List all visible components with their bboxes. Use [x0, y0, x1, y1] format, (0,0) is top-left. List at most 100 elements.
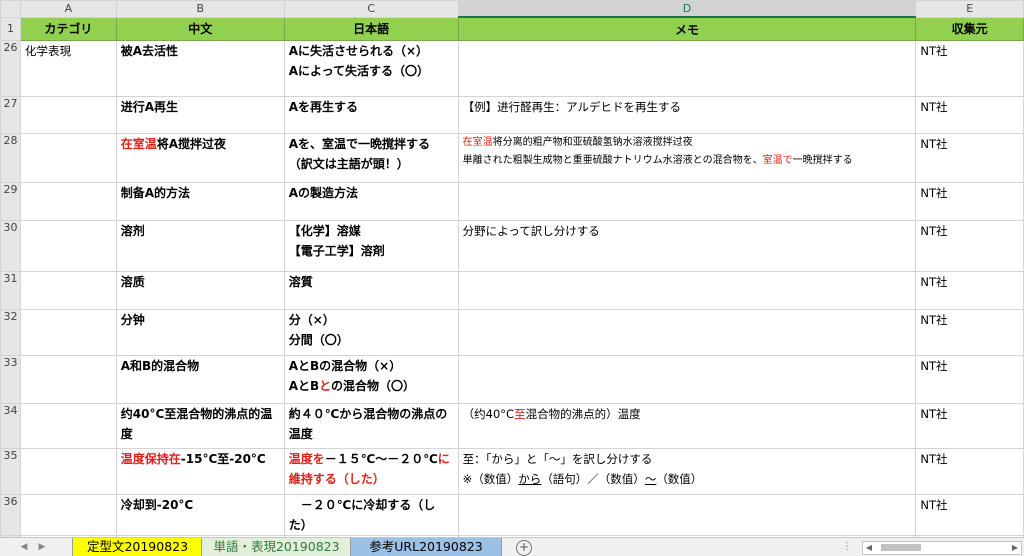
cell-chinese[interactable]: 进行A再生 [115, 96, 285, 134]
cell-source[interactable]: NT社 [915, 494, 1024, 536]
column-header-d[interactable]: D [457, 0, 917, 18]
cell-memo[interactable]: 分野によって訳し分けする [457, 220, 917, 272]
horizontal-scrollbar[interactable]: ◀ ▶ [862, 541, 1022, 555]
cell-category[interactable] [19, 355, 117, 404]
row-header[interactable]: 1 [0, 16, 21, 41]
cell-category[interactable] [19, 403, 117, 449]
cell-source[interactable]: NT社 [915, 448, 1024, 495]
cell-chinese[interactable]: 约40°C至混合物的沸点的温度 [115, 403, 285, 449]
cell-japanese[interactable]: Aを、室温で一晩撹拌する （訳文は主語が頭！） [283, 133, 459, 183]
header-cell[interactable]: メモ [457, 16, 917, 41]
header-cell[interactable]: 日本語 [283, 16, 459, 41]
cell-category[interactable] [19, 133, 117, 183]
cell-source[interactable]: NT社 [915, 403, 1024, 449]
cell-line: Aによって失活する（〇） [285, 61, 457, 81]
header-cell[interactable]: 収集元 [915, 16, 1024, 41]
text-run: －２０℃に冷却する（し [288, 498, 436, 512]
table-row: 31 溶质 溶質 NT社 [0, 271, 1024, 310]
cell-category[interactable] [19, 448, 117, 495]
row-header[interactable]: 26 [0, 40, 21, 97]
cell-memo[interactable]: 至：「から」と「～」を訳し分けする ※（数值）から（語句）／（数值）～（数值） [457, 448, 917, 495]
sheet-grid[interactable]: ABCDE 1 カテゴリ 中文 日本語 メモ 収集元 26 化学表現 被A去活性 Aに失活させられ… [0, 0, 1024, 537]
cell-chinese[interactable]: 溶剂 [115, 220, 285, 272]
cell-category[interactable] [19, 271, 117, 310]
cell-chinese[interactable]: 溶质 [115, 271, 285, 310]
scrollbar-thumb[interactable] [881, 544, 921, 551]
cell-chinese[interactable]: 制备A的方法 [115, 182, 285, 221]
cell-memo[interactable] [457, 355, 917, 404]
cell-japanese[interactable]: Aに失活させられる（×） Aによって失活する（〇） [283, 40, 459, 97]
cell-category[interactable]: 化学表現 [19, 40, 117, 97]
cell-category[interactable] [19, 96, 117, 134]
column-header-b[interactable]: B [115, 0, 285, 18]
row-header[interactable]: 36 [0, 494, 21, 536]
cell-japanese[interactable]: 溶質 [283, 271, 459, 310]
cell-japanese[interactable]: AとBの混合物（×） AとBとの混合物（〇） [283, 355, 459, 404]
cell-japanese[interactable]: 分（×） 分間（〇） [283, 309, 459, 356]
triangle-right-icon[interactable]: ▶ [36, 540, 48, 554]
cell-memo[interactable] [457, 182, 917, 221]
cell-memo[interactable]: （约40°C至混合物的沸点的）温度 [457, 403, 917, 449]
column-header-a[interactable]: A [19, 0, 117, 18]
sheet-tab[interactable]: 定型文20190823 [72, 538, 203, 556]
cell-chinese[interactable]: 冷却到-20°C [115, 494, 285, 536]
row-header[interactable]: 35 [0, 448, 21, 495]
row-header[interactable]: 31 [0, 271, 21, 310]
row-header[interactable]: 34 [0, 403, 21, 449]
cell-memo[interactable] [457, 40, 917, 97]
cell-source[interactable]: NT社 [915, 40, 1024, 97]
cell-japanese[interactable]: －２０℃に冷却する（し た） [283, 494, 459, 536]
header-cell[interactable]: カテゴリ [19, 16, 117, 41]
row-header[interactable]: 32 [0, 309, 21, 356]
cell-source[interactable]: NT社 [915, 96, 1024, 134]
row-header[interactable]: 28 [0, 133, 21, 183]
cell-chinese[interactable]: 温度保持在-15°C至-20°C [115, 448, 285, 495]
row-header[interactable]: 33 [0, 355, 21, 404]
sheet-tab[interactable]: 参考URL20190823 [350, 538, 502, 556]
cell-japanese[interactable]: 温度を－１５℃～－２０℃に 維持する（した） [283, 448, 459, 495]
sheet-tab[interactable]: 単語・表現20190823 [201, 538, 352, 556]
column-header-e[interactable]: E [915, 0, 1024, 18]
scroll-right-icon[interactable]: ▶ [1009, 542, 1021, 554]
cell-memo[interactable] [457, 494, 917, 536]
cell-chinese[interactable]: 分钟 [115, 309, 285, 356]
cell-memo[interactable]: 【例】进行醛再生：アルデヒドを再生する [457, 96, 917, 134]
cell-line: ※（数值）から（語句）／（数值）～（数值） [459, 469, 915, 489]
scroll-left-icon[interactable]: ◀ [863, 542, 875, 554]
text-run: ～ [644, 472, 657, 486]
cell-category[interactable] [19, 220, 117, 272]
cell-category[interactable] [19, 494, 117, 536]
column-header-c[interactable]: C [283, 0, 459, 18]
cell-source[interactable]: NT社 [915, 220, 1024, 272]
select-all-corner[interactable] [0, 0, 21, 18]
cell-chinese[interactable]: 被A去活性 [115, 40, 285, 97]
row-header[interactable]: 29 [0, 182, 21, 221]
cell-source[interactable]: NT社 [915, 133, 1024, 183]
cell-japanese[interactable]: Aを再生する [283, 96, 459, 134]
cell-japanese[interactable]: Aの製造方法 [283, 182, 459, 221]
cell-japanese[interactable]: 【化学】溶媒 【電子工学】溶剤 [283, 220, 459, 272]
triangle-left-icon[interactable]: ◀ [18, 540, 30, 554]
row-header[interactable]: 27 [0, 96, 21, 134]
header-cell[interactable]: 中文 [115, 16, 285, 41]
cell-source[interactable]: NT社 [915, 309, 1024, 356]
cell-source[interactable]: NT社 [915, 271, 1024, 310]
ellipsis-icon[interactable]: ⋮ [842, 538, 852, 556]
text-run: 分钟 [120, 313, 145, 327]
cell-memo[interactable]: 在室温将分离的粗产物和亚硫酸氢钠水溶液搅拌过夜 単離された粗製生成物と重亜硫酸ナト… [457, 133, 917, 183]
cell-source[interactable]: NT社 [915, 182, 1024, 221]
cell-chinese[interactable]: 在室温将A搅拌过夜 [115, 133, 285, 183]
cell-source[interactable]: NT社 [915, 355, 1024, 404]
row-header[interactable]: 30 [0, 220, 21, 272]
cell-japanese[interactable]: 約４０℃から混合物の沸点の 温度 [283, 403, 459, 449]
cell-memo[interactable] [457, 271, 917, 310]
cell-chinese[interactable]: A和B的混合物 [115, 355, 285, 404]
plus-circle-icon[interactable]: + [516, 540, 532, 556]
text-run: 被A去活性 [120, 44, 179, 58]
cell-memo[interactable] [457, 309, 917, 356]
cell-category[interactable] [19, 309, 117, 356]
cell-line: 【化学】溶媒 [285, 222, 457, 242]
spreadsheet-area[interactable]: ABCDE 1 カテゴリ 中文 日本語 メモ 収集元 26 化学表現 被A去活性 Aに失活させられ… [0, 0, 1024, 537]
table-row: 35 温度保持在-15°C至-20°C 温度を－１５℃～－２０℃に 維持する（した）至… [0, 448, 1024, 495]
cell-category[interactable] [19, 182, 117, 221]
